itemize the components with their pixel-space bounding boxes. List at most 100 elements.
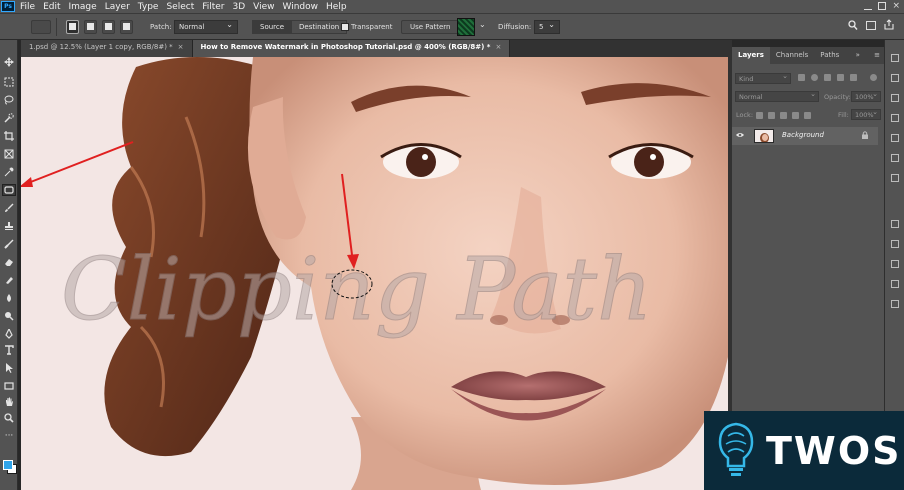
pattern-swatch[interactable]: [457, 18, 475, 36]
move-icon[interactable]: [2, 56, 16, 68]
share-icon[interactable]: [884, 19, 894, 32]
patch-mode-select[interactable]: Normal: [174, 20, 238, 34]
diffusion-label: Diffusion:: [498, 23, 532, 31]
eye-icon[interactable]: [736, 132, 744, 138]
panel-icon[interactable]: [891, 154, 899, 162]
twos-logo: TWOS: [704, 411, 904, 490]
menu-3d[interactable]: 3D: [229, 2, 250, 12]
panel-menu-icon[interactable]: ≡: [870, 47, 884, 64]
rectangle-icon[interactable]: [2, 380, 16, 392]
tool-panel: ···: [0, 40, 18, 490]
layer-row-background[interactable]: Background: [732, 127, 878, 145]
panel-icon[interactable]: [891, 134, 899, 142]
tab-layers[interactable]: Layers: [732, 47, 770, 64]
panel-icon[interactable]: [891, 300, 899, 308]
tab-channels[interactable]: Channels: [770, 47, 814, 64]
history-brush-icon[interactable]: [2, 238, 16, 250]
intersect-selection-icon[interactable]: [120, 20, 133, 34]
menu-layer[interactable]: Layer: [101, 2, 134, 12]
menu-edit[interactable]: Edit: [39, 2, 64, 12]
patch-tool-preset-icon[interactable]: [31, 20, 51, 34]
lock-pixels-icon[interactable]: [768, 112, 775, 119]
transparent-checkbox[interactable]: [341, 23, 349, 31]
lock-transparent-icon[interactable]: [756, 112, 763, 119]
opacity-label: Opacity:: [824, 93, 851, 101]
panel-icon[interactable]: [891, 94, 899, 102]
panel-icon[interactable]: [891, 74, 899, 82]
clone-stamp-icon[interactable]: [2, 220, 16, 232]
type-icon[interactable]: [2, 344, 16, 356]
panel-icon[interactable]: [891, 114, 899, 122]
foreground-color-swatch[interactable]: [3, 460, 13, 470]
menu-help[interactable]: Help: [322, 2, 351, 12]
lasso-icon[interactable]: [2, 94, 16, 106]
fill-field[interactable]: 100%: [851, 108, 881, 120]
options-bar: Patch: Normal Source Destination Transpa…: [0, 13, 904, 40]
panel-icon[interactable]: [891, 174, 899, 182]
tab-label: 1.psd @ 12.5% (Layer 1 copy, RGB/8#) *: [29, 43, 173, 51]
tab-document-1[interactable]: 1.psd @ 12.5% (Layer 1 copy, RGB/8#) * ×: [21, 40, 193, 57]
close-tab-icon[interactable]: ×: [178, 43, 184, 51]
filter-smart-object-icon[interactable]: [850, 74, 857, 81]
blur-icon[interactable]: [2, 292, 16, 304]
filter-type-icon[interactable]: [824, 74, 831, 81]
zoom-icon[interactable]: [2, 412, 16, 424]
close-tab-icon[interactable]: ×: [495, 43, 501, 51]
workspace-icon[interactable]: [866, 21, 876, 30]
panel-icon[interactable]: [891, 220, 899, 228]
panel-icon[interactable]: [891, 54, 899, 62]
opacity-field[interactable]: 100%: [851, 90, 881, 102]
frame-icon[interactable]: [2, 148, 16, 160]
eraser-icon[interactable]: [2, 256, 16, 268]
lock-position-icon[interactable]: [780, 112, 787, 119]
document-canvas[interactable]: Clipping Path: [21, 57, 728, 490]
filter-pixel-icon[interactable]: [798, 74, 805, 81]
hand-icon[interactable]: [2, 396, 16, 408]
close-icon[interactable]: ×: [892, 2, 900, 11]
lock-all-icon[interactable]: [804, 112, 811, 119]
new-selection-icon[interactable]: [66, 20, 79, 34]
dodge-icon[interactable]: [2, 310, 16, 322]
quick-select-icon[interactable]: [2, 112, 16, 124]
brush-icon[interactable]: [2, 202, 16, 214]
pen-icon[interactable]: [2, 328, 16, 340]
panel-icon[interactable]: [891, 260, 899, 268]
menu-type[interactable]: Type: [134, 2, 163, 12]
blend-mode-select[interactable]: Normal: [735, 90, 819, 102]
diffusion-select[interactable]: 5: [534, 20, 560, 34]
filter-toggle-icon[interactable]: [870, 74, 877, 81]
tab-document-2[interactable]: How to Remove Watermark in Photoshop Tut…: [192, 40, 511, 57]
tab-paths[interactable]: Paths: [814, 47, 845, 64]
menu-window[interactable]: Window: [279, 2, 323, 12]
filter-adjustment-icon[interactable]: [811, 74, 818, 81]
maximize-icon[interactable]: [878, 2, 887, 10]
filter-shape-icon[interactable]: [837, 74, 844, 81]
menu-image[interactable]: Image: [65, 2, 101, 12]
destination-button[interactable]: Destination: [291, 21, 346, 33]
marquee-icon[interactable]: [2, 76, 16, 88]
menu-filter[interactable]: Filter: [198, 2, 228, 12]
layer-filter-select[interactable]: Kind: [735, 72, 791, 84]
gradient-icon[interactable]: [2, 274, 16, 286]
menu-file[interactable]: File: [18, 2, 39, 12]
lock-artboard-icon[interactable]: [792, 112, 799, 119]
more-tools-icon[interactable]: ···: [2, 430, 16, 442]
search-icon[interactable]: [848, 20, 858, 33]
panel-icon[interactable]: [891, 240, 899, 248]
menu-select[interactable]: Select: [162, 2, 198, 12]
pattern-dropdown-icon[interactable]: ⌄: [479, 20, 486, 29]
lock-label: Lock:: [736, 111, 754, 119]
patch-tool-icon[interactable]: [2, 184, 16, 196]
use-pattern-button[interactable]: Use Pattern: [401, 20, 460, 34]
menu-view[interactable]: View: [249, 2, 278, 12]
eyedropper-icon[interactable]: [2, 166, 16, 178]
panel-collapse-icon[interactable]: »: [852, 47, 864, 64]
twos-wordmark: TWOS: [766, 428, 902, 473]
panel-icon[interactable]: [891, 280, 899, 288]
add-selection-icon[interactable]: [84, 20, 97, 34]
source-button[interactable]: Source: [253, 21, 292, 33]
minimize-icon[interactable]: [864, 2, 873, 10]
crop-icon[interactable]: [2, 130, 16, 142]
path-select-icon[interactable]: [2, 362, 16, 374]
subtract-selection-icon[interactable]: [102, 20, 115, 34]
